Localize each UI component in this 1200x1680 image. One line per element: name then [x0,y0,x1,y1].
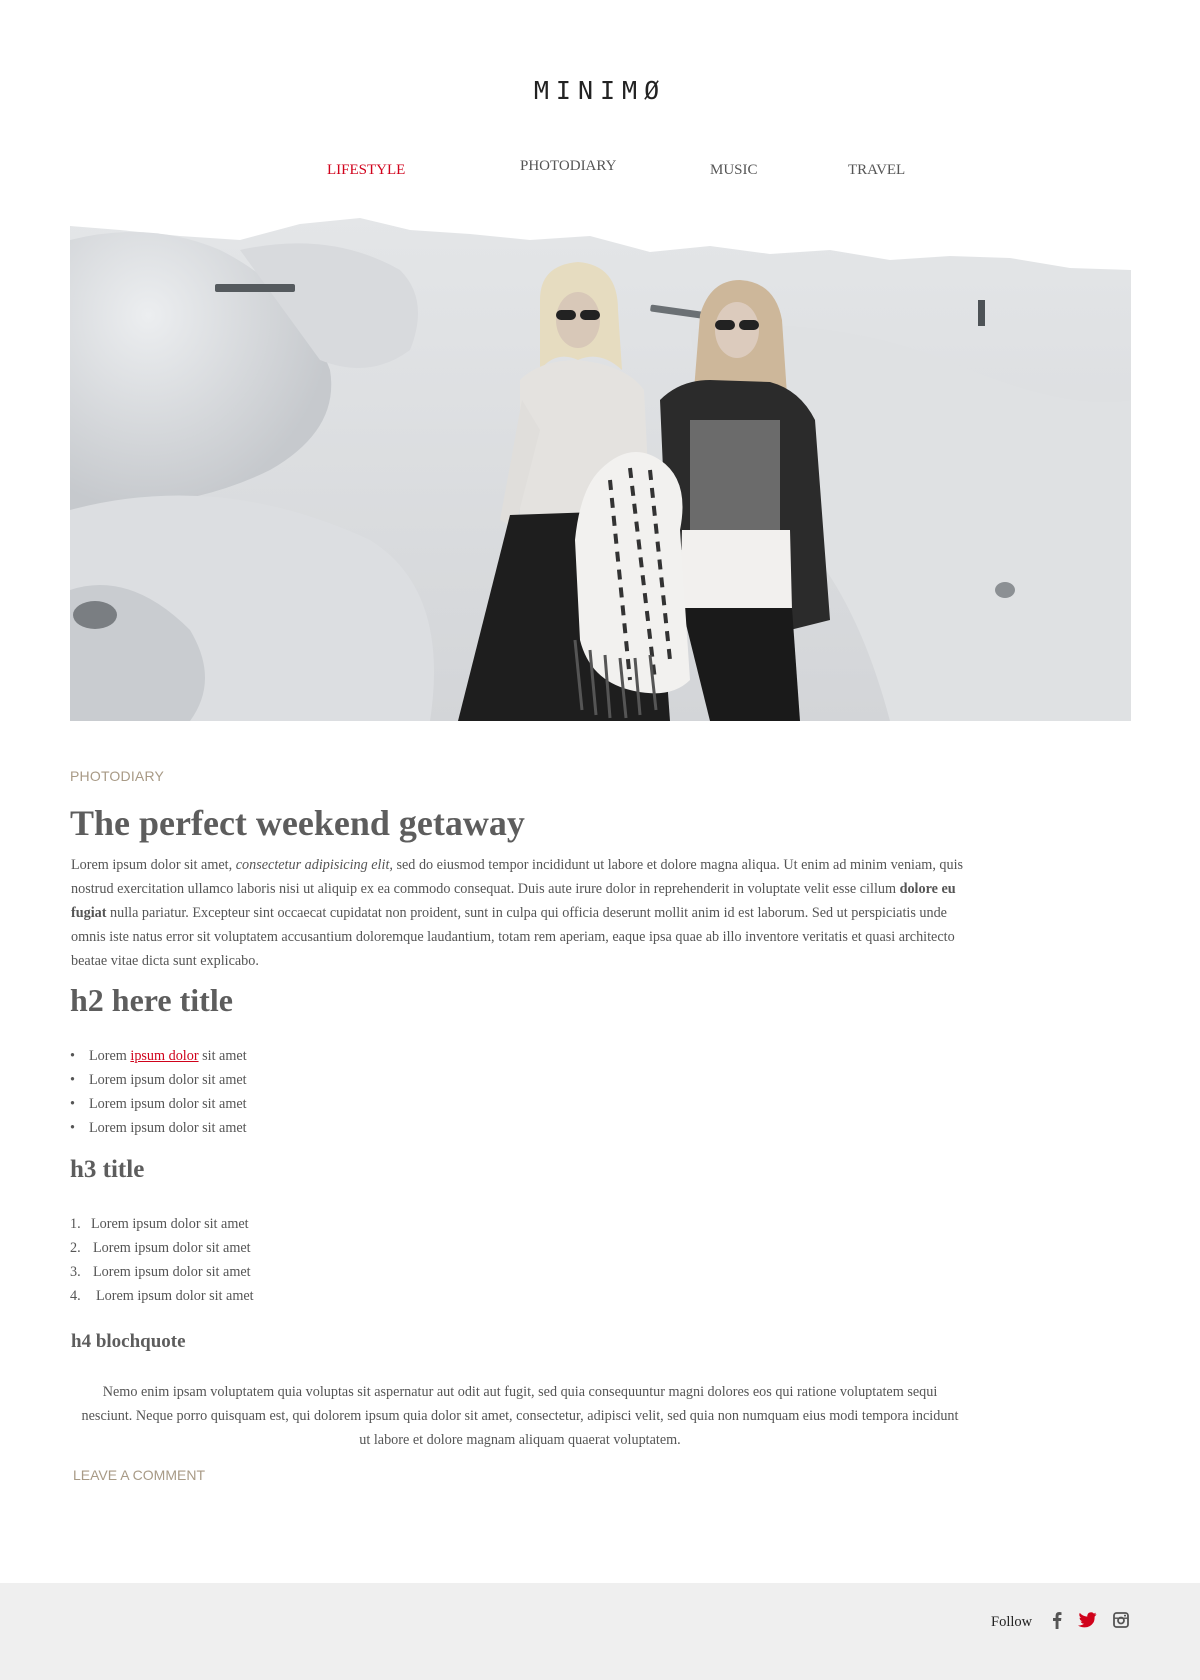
list-item: • Lorem ipsum dolor sit amet [70,1044,247,1068]
footer [0,1583,1200,1680]
bullet-icon: • [70,1120,75,1136]
bullet-icon: • [70,1048,75,1064]
list-item: 1. Lorem ipsum dolor sit amet [70,1212,254,1236]
list-item: • Lorem ipsum dolor sit amet [70,1092,247,1116]
intro-emphasis: consectetur adipisicing elit, [235,857,393,873]
list-item: • Lorem ipsum dolor sit amet [70,1068,247,1092]
site-logo[interactable]: MINIMØ [0,76,1200,105]
nav-item-music[interactable]: MUSIC [710,162,758,179]
list-number: 2. [70,1240,81,1256]
inline-link[interactable]: ipsum dolor [130,1048,198,1064]
bullet-list: • Lorem ipsum dolor sit amet • Lorem ips… [70,1044,247,1140]
facebook-icon[interactable] [1047,1610,1067,1630]
blockquote: Nemo enim ipsam voluptatem quia voluptas… [81,1384,959,1448]
post-intro-paragraph: Lorem ipsum dolor sit amet, consectetur … [71,857,964,969]
twitter-icon[interactable] [1077,1610,1097,1630]
section-heading-h4: h4 blochquote [71,1331,186,1352]
list-number: 4. [70,1288,81,1304]
section-heading-h3: h3 title [70,1156,145,1183]
post-title: The perfect weekend getaway [70,803,525,843]
numbered-list: 1. Lorem ipsum dolor sit amet 2. Lorem i… [70,1212,254,1308]
bullet-icon: • [70,1096,75,1112]
list-number: 1. [70,1216,81,1232]
instagram-icon[interactable] [1111,1610,1131,1630]
list-item: 2. Lorem ipsum dolor sit amet [70,1236,254,1260]
list-item: 4. Lorem ipsum dolor sit amet [70,1284,254,1308]
bullet-icon: • [70,1072,75,1088]
list-number: 3. [70,1264,81,1280]
leave-comment-link[interactable]: LEAVE A COMMENT [73,1467,205,1483]
nav-item-lifestyle[interactable]: LIFESTYLE [327,162,405,179]
list-item: 3. Lorem ipsum dolor sit amet [70,1260,254,1284]
nav-item-photodiary[interactable]: PHOTODIARY [520,158,616,175]
nav-item-travel[interactable]: TRAVEL [848,162,905,179]
post-category[interactable]: PHOTODIARY [70,768,164,784]
follow-label: Follow [991,1614,1033,1630]
list-item: • Lorem ipsum dolor sit amet [70,1116,247,1140]
section-heading-h2: h2 here title [70,982,233,1018]
hero-image [70,210,1131,721]
